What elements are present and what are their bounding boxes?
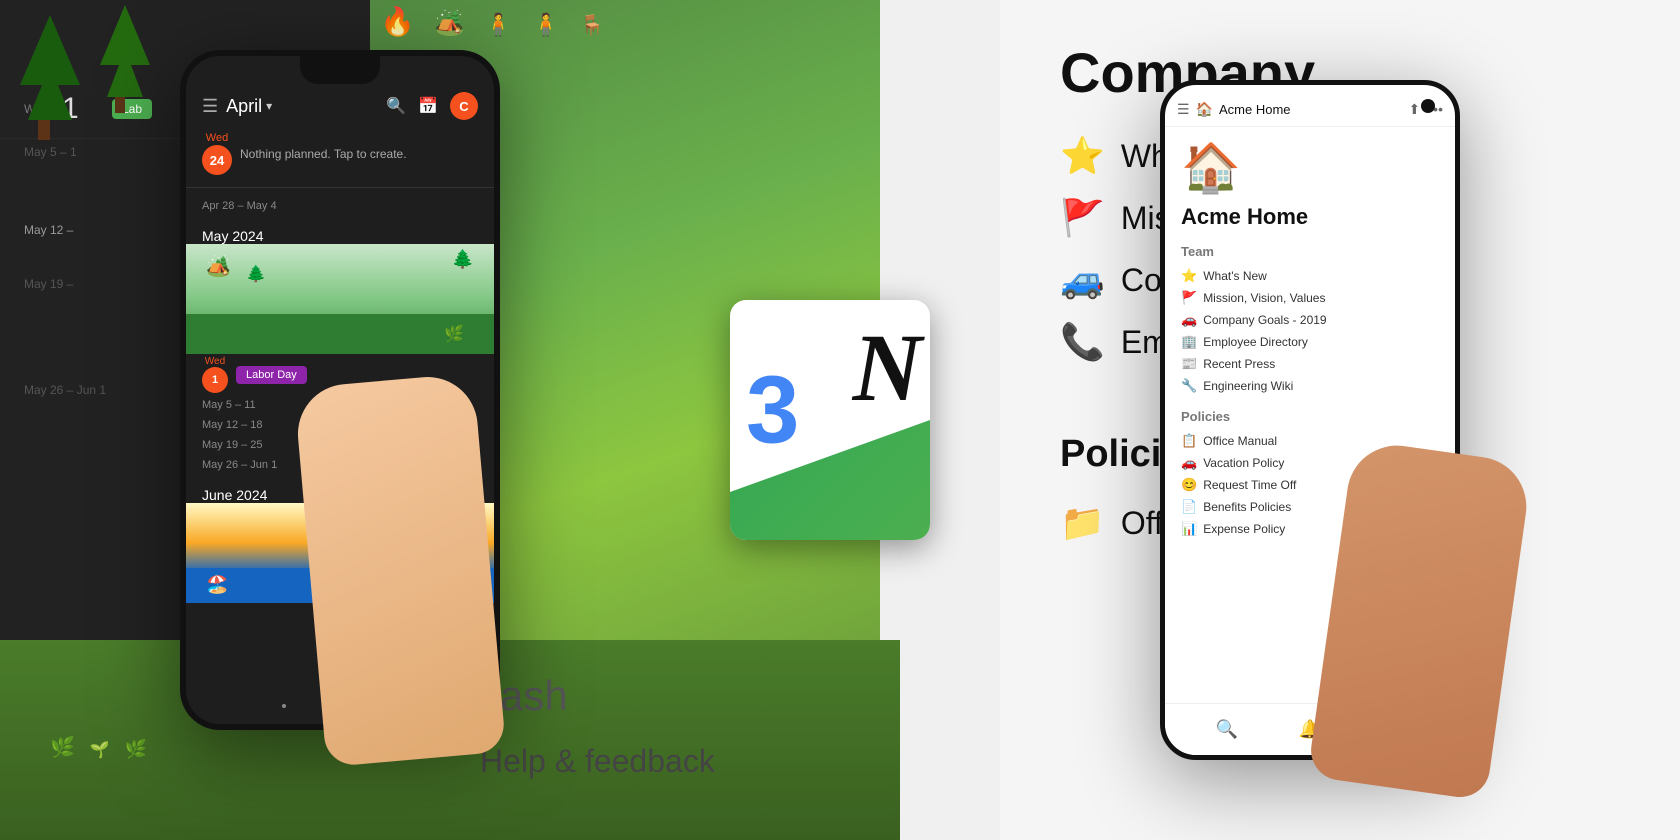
notion-wrench-icon: 🔧 — [1181, 378, 1197, 394]
notion-policies-section: Policies — [1181, 409, 1439, 424]
notion-page-title: Acme Home — [1181, 204, 1439, 230]
notion-directory-text: Employee Directory — [1203, 335, 1308, 349]
cal-avatar-initial: C — [459, 99, 468, 114]
cal-today-row: Wed 24 Nothing planned. Tap to create. — [186, 128, 494, 179]
cal-header-icons: 🔍 📅 C — [386, 92, 478, 120]
phone-notch-left — [300, 56, 380, 84]
logo-number-3: 3 — [746, 362, 799, 458]
cal-ld-day: Wed — [205, 356, 225, 367]
notion-menu-icon[interactable]: ☰ — [1177, 101, 1190, 118]
center-tagline-1: ash — [500, 672, 568, 720]
cal-may-header: May 2024 — [186, 216, 494, 244]
notion-search-icon[interactable]: 🔍 — [1215, 719, 1237, 740]
notion-clipboard-icon: 📋 — [1181, 433, 1197, 449]
notion-car-icon: 🚗 — [1181, 312, 1197, 328]
cal-separator-1 — [186, 187, 494, 188]
cal-menu-icon[interactable]: ☰ — [202, 96, 218, 117]
cal-user-avatar[interactable]: C — [450, 92, 478, 120]
notion-share-icon[interactable]: ⬆ — [1409, 101, 1421, 118]
notion-item-mission[interactable]: 🚩 Mission, Vision, Values — [1181, 287, 1439, 309]
bg-notion-phone-icon: 📞 — [1060, 321, 1105, 363]
notion-goals-text: Company Goals - 2019 — [1203, 313, 1326, 327]
cal-today-text: Nothing planned. Tap to create. — [240, 147, 478, 161]
center-logo: 3 N — [730, 300, 950, 540]
notion-building-icon: 🏢 — [1181, 334, 1197, 350]
cal-week-range-1: Apr 28 – May 4 — [186, 196, 494, 216]
notion-document-icon: 📄 — [1181, 499, 1197, 515]
cal-month-title: April — [226, 96, 262, 117]
notion-smiley-icon: 😊 — [1181, 477, 1197, 493]
cal-labor-day-event: Labor Day — [236, 366, 307, 384]
notion-star-icon: ⭐ — [1181, 268, 1197, 284]
notion-vacation-text: Vacation Policy — [1203, 456, 1284, 470]
notion-press-text: Recent Press — [1203, 357, 1275, 371]
notion-timeoff-text: Request Time Off — [1203, 478, 1296, 492]
notion-item-whats-new[interactable]: ⭐ What's New — [1181, 265, 1439, 287]
notion-chart-icon: 📊 — [1181, 521, 1197, 537]
notion-whats-new-text: What's New — [1203, 269, 1267, 283]
bg-notion-star-icon: ⭐ — [1060, 135, 1105, 177]
notion-newspaper-icon: 📰 — [1181, 356, 1197, 372]
cal-today-day: Wed — [206, 132, 228, 144]
logo-card: 3 N — [730, 300, 930, 540]
notion-item-goals[interactable]: 🚗 Company Goals - 2019 — [1181, 309, 1439, 331]
cal-may-illustration: 🏕️ 🌲 🌿 🌲 — [186, 244, 494, 354]
cal-today-num: 24 — [210, 153, 224, 168]
notion-item-directory[interactable]: 🏢 Employee Directory — [1181, 331, 1439, 353]
cal-search-icon[interactable]: 🔍 — [386, 96, 406, 116]
bg-notion-car-icon: 🚙 — [1060, 259, 1105, 301]
notion-vacation-icon: 🚗 — [1181, 455, 1197, 471]
notion-header: ☰ 🏠 Acme Home ⬆ ••• — [1165, 85, 1455, 127]
notion-header-title: Acme Home — [1219, 102, 1403, 117]
notion-team-section: Team — [1181, 244, 1439, 259]
bg-notion-flag-icon: 🚩 — [1060, 197, 1105, 239]
notion-page-emoji: 🏠 — [1181, 139, 1439, 196]
bg-notion-folder-icon: 📁 — [1060, 502, 1105, 544]
center-tagline-2: Help & feedback — [480, 743, 715, 780]
cal-ld-num: 1 — [212, 374, 218, 386]
notion-expense-text: Expense Policy — [1203, 522, 1285, 536]
cal-ld-badge: 1 — [202, 367, 228, 393]
cal-today-badge: 24 — [202, 145, 232, 175]
logo-letter-n: N — [853, 320, 922, 416]
cal-view-icon[interactable]: 📅 — [418, 96, 438, 116]
notion-wiki-text: Engineering Wiki — [1203, 379, 1293, 393]
notion-benefits-text: Benefits Policies — [1203, 500, 1291, 514]
notion-office-text: Office Manual — [1203, 434, 1277, 448]
hand-left — [294, 373, 506, 767]
cal-dropdown-icon[interactable]: ▾ — [266, 99, 272, 113]
nav-back-icon[interactable] — [282, 704, 286, 708]
notion-item-wiki[interactable]: 🔧 Engineering Wiki — [1181, 375, 1439, 397]
notion-mission-text: Mission, Vision, Values — [1203, 291, 1325, 305]
notion-item-press[interactable]: 📰 Recent Press — [1181, 353, 1439, 375]
phone-notch-right — [1421, 99, 1435, 113]
notion-flag-icon: 🚩 — [1181, 290, 1197, 306]
notion-page-emoji-header: 🏠 — [1196, 101, 1213, 118]
